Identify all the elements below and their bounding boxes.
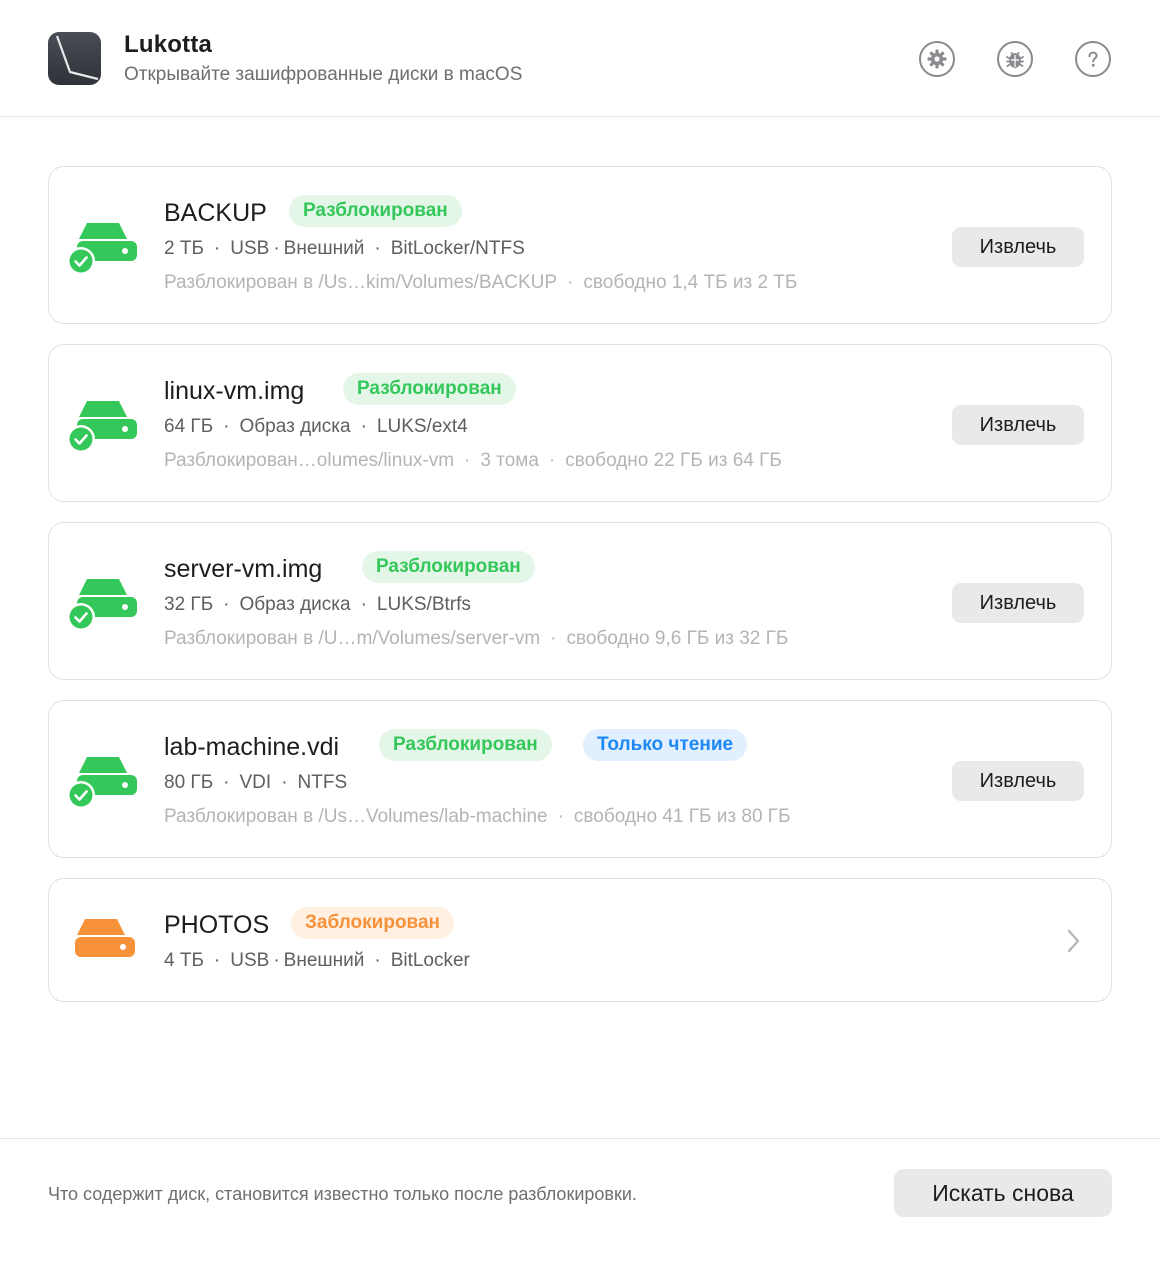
- app-window: Lukotta Открывайте зашифрованные диски в…: [0, 0, 1160, 1264]
- eject-button[interactable]: Извлечь: [952, 583, 1084, 623]
- disk-details: 32 ГБ · Образ диска · LUKS/Btrfs: [164, 594, 471, 615]
- status-badge: Разблокирован: [379, 729, 552, 761]
- app-logo-icon: [48, 32, 101, 85]
- disk-mount-info: Разблокирован в /Us…kim/Volumes/BACKUP · с…: [164, 272, 798, 293]
- help-icon: [1088, 51, 1098, 67]
- chevron-right-icon[interactable]: [1063, 927, 1083, 955]
- footer-note: Что содержит диск, становится известно т…: [48, 1184, 637, 1204]
- disk-card-backup[interactable]: BACKUP Разблокирован 2 ТБ · USB · Внешний · Bi…: [48, 166, 1112, 324]
- disk-name: PHOTOS: [164, 911, 270, 939]
- disk-name: lab-machine.vdi: [164, 733, 340, 761]
- bug-icon: [1006, 52, 1024, 68]
- disk-card-lab-machine[interactable]: lab-machine.vdi Разблокирован Только чте…: [48, 700, 1112, 858]
- disk-card-server-vm[interactable]: server-vm.img Разблокирован 32 ГБ · Образ …: [48, 522, 1112, 680]
- settings-button[interactable]: [919, 41, 955, 77]
- drive-unlocked-icon: [67, 579, 137, 631]
- drive-locked-icon: [75, 919, 135, 957]
- disk-mount-info: Разблокирован в /Us…Volumes/lab-machine ·…: [164, 806, 791, 827]
- eject-button[interactable]: Извлечь: [952, 761, 1084, 801]
- disk-name: BACKUP: [164, 199, 267, 227]
- status-badge: Заблокирован: [291, 907, 455, 939]
- drive-unlocked-icon: [67, 223, 137, 275]
- app-header: Lukotta Открывайте зашифрованные диски в…: [0, 0, 1160, 117]
- status-badge: Разблокирован: [343, 373, 516, 405]
- drive-unlocked-icon: [67, 401, 137, 453]
- rescan-button[interactable]: Искать снова: [894, 1169, 1112, 1217]
- disk-details: 80 ГБ · VDI · NTFS: [164, 772, 348, 793]
- disk-mount-info: Разблокирован…olumes/linux-vm · 3 тома · сво…: [164, 450, 782, 471]
- disk-card-photos[interactable]: PHOTOS Заблокирован 4 ТБ · USB · Внешний · Bit…: [48, 878, 1112, 1002]
- gear-icon: [927, 49, 947, 69]
- disk-name: linux-vm.img: [164, 377, 305, 405]
- app-title: Lukotta: [124, 31, 213, 58]
- disk-mount-info: Разблокирован в /U…m/Volumes/server-vm · с…: [164, 628, 789, 649]
- help-button[interactable]: [1075, 41, 1111, 77]
- report-bug-button[interactable]: [997, 41, 1033, 77]
- eject-button[interactable]: Извлечь: [952, 227, 1084, 267]
- disk-card-linux-vm[interactable]: linux-vm.img Разблокирован 64 ГБ · Образ д…: [48, 344, 1112, 502]
- disk-details: 64 ГБ · Образ диска · LUKS/ext4: [164, 416, 468, 437]
- app-subtitle: Открывайте зашифрованные диски в macOS: [124, 64, 523, 85]
- status-badge: Разблокирован: [289, 195, 462, 227]
- drive-unlocked-icon: [67, 757, 137, 809]
- footer: Что содержит диск, становится известно т…: [0, 1138, 1160, 1264]
- status-badge: Разблокирован: [362, 551, 535, 583]
- disk-name: server-vm.img: [164, 555, 323, 583]
- disk-details: 4 ТБ · USB · Внешний · BitLocker: [164, 950, 470, 971]
- read-only-badge: Только чтение: [583, 729, 748, 761]
- eject-button[interactable]: Извлечь: [952, 405, 1084, 445]
- disk-details: 2 ТБ · USB · Внешний · BitLocker/NTFS: [164, 238, 525, 259]
